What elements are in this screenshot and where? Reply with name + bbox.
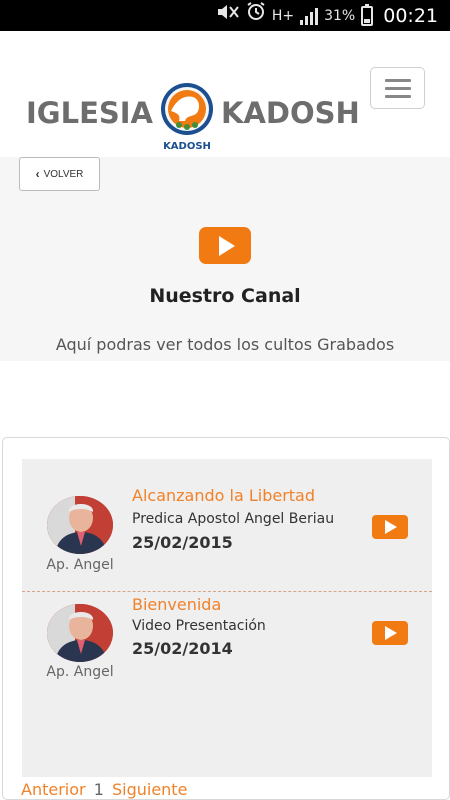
channel-hero: ‹ VOLVER Nuestro Canal Aquí podras ver t… xyxy=(0,157,450,361)
avatar xyxy=(47,496,113,554)
videos-panel: Ap. Angel Alcanzando la Libertad Predica… xyxy=(2,437,450,800)
mute-icon xyxy=(216,0,240,31)
video-description: Predica Apostol Angel Beriau xyxy=(132,511,335,527)
svg-text:KADOSH: KADOSH xyxy=(163,141,211,152)
video-author: Ap. Angel xyxy=(46,664,114,680)
hamburger-icon-line xyxy=(384,78,411,82)
video-title[interactable]: Bienvenida xyxy=(132,595,221,614)
back-button-label: VOLVER xyxy=(43,168,84,180)
brand-word-left: IGLESIA xyxy=(26,96,154,130)
video-list: Ap. Angel Alcanzando la Libertad Predica… xyxy=(22,459,432,777)
play-icon[interactable] xyxy=(372,515,408,539)
pagination-current-page[interactable]: 1 xyxy=(94,780,104,799)
page-subtitle: Aquí podras ver todos los cultos Grabado… xyxy=(55,335,395,354)
youtube-play-icon xyxy=(199,227,251,264)
pagination-prev-link[interactable]: Anterior xyxy=(21,780,86,799)
video-list-item[interactable]: Ap. Angel Bienvenida Video Presentación … xyxy=(22,591,432,701)
network-type: H+ xyxy=(271,7,295,24)
church-logo: KADOSH xyxy=(161,83,214,152)
chevron-left-icon: ‹ xyxy=(35,167,40,181)
brand-word-right: KADOSH xyxy=(221,96,360,130)
clock: 00:21 xyxy=(383,4,438,27)
play-icon[interactable] xyxy=(372,621,408,645)
status-icons: H+ 31% 00:21 xyxy=(216,0,438,31)
video-title[interactable]: Alcanzando la Libertad xyxy=(132,486,315,505)
hamburger-icon-line xyxy=(384,94,411,98)
hamburger-icon-line xyxy=(384,86,411,90)
video-date: 25/02/2015 xyxy=(132,533,233,552)
video-date: 25/02/2014 xyxy=(132,639,233,658)
site-header: IGLESIA KADOSH KADOSH xyxy=(0,31,450,157)
pagination-next-link[interactable]: Siguiente xyxy=(112,780,187,799)
pagination: Anterior 1 Siguiente xyxy=(21,780,187,799)
brand[interactable]: IGLESIA KADOSH KADOSH xyxy=(26,77,360,152)
page-title: Nuestro Canal xyxy=(149,285,301,307)
video-list-item[interactable]: Ap. Angel Alcanzando la Libertad Predica… xyxy=(22,481,432,591)
status-bar: H+ 31% 00:21 xyxy=(0,0,450,31)
battery-icon xyxy=(361,3,374,26)
battery-percent: 31% xyxy=(324,7,356,24)
video-author: Ap. Angel xyxy=(46,557,114,573)
menu-toggle-button[interactable] xyxy=(370,67,425,109)
video-description: Video Presentación xyxy=(132,618,266,634)
alarm-icon xyxy=(246,0,266,31)
avatar xyxy=(47,604,113,662)
back-button[interactable]: ‹ VOLVER xyxy=(19,157,100,191)
signal-icon xyxy=(300,7,319,25)
